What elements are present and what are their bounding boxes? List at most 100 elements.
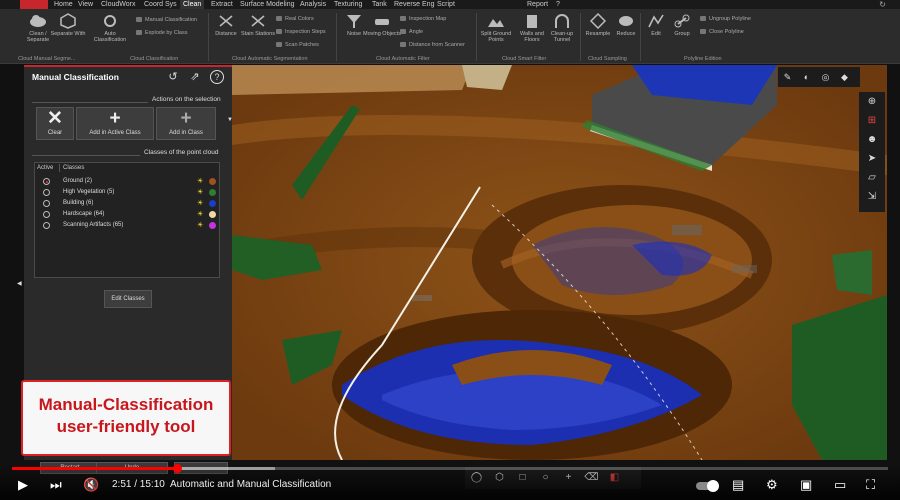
edit-classes-button[interactable]: Edit Classes bbox=[104, 290, 152, 308]
menu-cloudworx[interactable]: CloudWorx bbox=[101, 0, 136, 9]
class-color-swatch[interactable] bbox=[209, 222, 216, 229]
active-radio[interactable] bbox=[43, 211, 50, 218]
close-polyline-tool[interactable]: Close Polyline bbox=[700, 29, 744, 36]
active-radio[interactable] bbox=[43, 178, 50, 185]
miniplayer-icon[interactable]: ▣ bbox=[800, 476, 812, 494]
visibility-sun-icon[interactable]: ☀ bbox=[197, 199, 203, 207]
crosshair-icon[interactable]: ⊕ bbox=[859, 92, 885, 111]
distance-from-scanner-tool[interactable]: Distance from Scanner bbox=[400, 42, 465, 49]
menu-texturing[interactable]: Texturing bbox=[334, 0, 362, 9]
visibility-sun-icon[interactable]: ☀ bbox=[197, 177, 203, 185]
group-label-auto-segmentation: Cloud Automatic Segmentation bbox=[232, 56, 308, 62]
visibility-sun-icon[interactable]: ☀ bbox=[197, 221, 203, 229]
stain-stations-button[interactable]: Stain Stations bbox=[238, 13, 278, 37]
clean-up-tunnel-button[interactable]: Clean-up Tunnel bbox=[542, 13, 582, 43]
play-icon[interactable]: ▶ bbox=[18, 476, 28, 494]
class-color-swatch[interactable] bbox=[209, 200, 216, 207]
edit-label: Edit bbox=[651, 31, 661, 37]
class-color-swatch[interactable] bbox=[209, 211, 216, 218]
collapse-panel-icon[interactable]: ◀ bbox=[17, 280, 22, 287]
split-ground-points-button[interactable]: Split Ground Points bbox=[476, 13, 516, 43]
chapter-title[interactable]: Automatic and Manual Classification bbox=[170, 479, 331, 490]
measure-icon[interactable]: ◐ bbox=[797, 67, 816, 87]
menu-report[interactable]: Report bbox=[527, 0, 548, 9]
group-label-auto-filter: Cloud Automatic Filter bbox=[376, 56, 430, 62]
fit-view-icon[interactable]: ⊞ bbox=[859, 111, 885, 130]
moving-objects-button[interactable]: Moving Objects bbox=[362, 13, 402, 37]
manual-classification-tool[interactable]: Manual Classification bbox=[136, 17, 197, 24]
fullscreen-icon[interactable]: ⛶ bbox=[866, 476, 875, 494]
menu-help[interactable]: ? bbox=[556, 0, 560, 9]
inspection-map-tool[interactable]: Inspection Map bbox=[400, 16, 446, 23]
auto-classification-button[interactable]: Auto Classification bbox=[90, 13, 130, 43]
separate-with-button[interactable]: Separate With bbox=[48, 13, 88, 37]
menu-home[interactable]: Home bbox=[54, 0, 73, 9]
chevron-down-icon[interactable]: ▼ bbox=[227, 117, 233, 123]
group-polyline-button[interactable]: Group bbox=[662, 13, 702, 37]
filter-icon[interactable]: ◎ bbox=[816, 67, 835, 87]
eraser-icon[interactable]: ▱ bbox=[859, 168, 885, 187]
actions-section-title: Actions on the selection bbox=[152, 96, 221, 103]
section-divider bbox=[32, 155, 140, 156]
menu-script[interactable]: Script bbox=[437, 0, 455, 9]
real-colors-tool[interactable]: Real Colors bbox=[276, 16, 314, 23]
scan-patches-tool[interactable]: Scan Patches bbox=[276, 42, 319, 49]
menu-tank[interactable]: Tank bbox=[372, 0, 387, 9]
menu-bar: Home View CloudWorx Coord Sys Clean Extr… bbox=[0, 0, 900, 9]
ruler-icon[interactable]: ✎ bbox=[778, 67, 797, 87]
clear-button[interactable]: ✕ Clear bbox=[36, 107, 74, 140]
ungroup-polyline-tool[interactable]: Ungroup Polyline bbox=[700, 16, 751, 23]
add-in-active-class-label: Add in Active Class bbox=[89, 130, 141, 136]
autoplay-toggle[interactable] bbox=[696, 480, 719, 492]
clean-separate-label: Clean / Separate bbox=[26, 31, 50, 43]
menu-clean[interactable]: Clean bbox=[180, 0, 205, 9]
tag-icon[interactable]: ◆ bbox=[835, 67, 854, 87]
walls-and-floors-label: Walls and Floors bbox=[520, 31, 544, 43]
mute-icon[interactable]: 🔇 bbox=[83, 476, 99, 494]
menu-analysis[interactable]: Analysis bbox=[300, 0, 326, 9]
refresh-icon[interactable]: ↻ bbox=[879, 0, 886, 9]
class-row-hardscape[interactable]: Hardscape (64) ☀ bbox=[35, 210, 219, 220]
add-in-class-button[interactable]: + Add in Class bbox=[156, 107, 216, 140]
class-color-swatch[interactable] bbox=[209, 178, 216, 185]
active-radio[interactable] bbox=[43, 200, 50, 207]
explode-by-class-tool[interactable]: Explode by Class bbox=[136, 30, 188, 37]
file-tab[interactable] bbox=[20, 0, 48, 9]
3d-viewport[interactable] bbox=[232, 65, 887, 460]
visibility-sun-icon[interactable]: ☀ bbox=[197, 188, 203, 196]
theater-mode-icon[interactable]: ▭ bbox=[834, 476, 846, 494]
menu-reverse-eng[interactable]: Reverse Eng bbox=[394, 0, 434, 9]
select-arrow-icon[interactable]: ⇲ bbox=[859, 187, 885, 206]
scissors-icon bbox=[251, 15, 265, 27]
active-radio[interactable] bbox=[43, 189, 50, 196]
split-ground-points-label: Split Ground Points bbox=[480, 31, 512, 43]
settings-gear-icon[interactable]: ⚙ bbox=[766, 476, 778, 494]
subtitles-icon[interactable]: ▤ bbox=[732, 476, 744, 494]
group-label-manual-segmentation: Cloud Manual Segme... bbox=[18, 56, 76, 62]
export-icon[interactable]: ⇗ bbox=[188, 70, 202, 84]
help-icon[interactable]: ? bbox=[210, 70, 224, 84]
add-in-active-class-button[interactable]: + Add in Active Class bbox=[76, 107, 154, 140]
active-radio[interactable] bbox=[43, 222, 50, 229]
reset-icon[interactable]: ↺ bbox=[166, 70, 180, 84]
navigate-icon[interactable]: ➤ bbox=[859, 149, 885, 168]
class-name: Ground (2) bbox=[63, 178, 93, 184]
inspection-steps-tool[interactable]: Inspection Steps bbox=[276, 29, 326, 36]
class-row-high-vegetation[interactable]: High Vegetation (5) ☀ bbox=[35, 188, 219, 198]
class-row-scanning-artifacts[interactable]: Scanning Artifacts (65) ☀ bbox=[35, 221, 219, 231]
class-row-ground[interactable]: Ground (2) ☀ bbox=[35, 177, 219, 187]
class-row-building[interactable]: Building (6) ☀ bbox=[35, 199, 219, 209]
cube-icon bbox=[60, 13, 76, 29]
progress-bar[interactable] bbox=[12, 464, 888, 473]
angle-tool[interactable]: Angle bbox=[400, 29, 423, 36]
menu-extract[interactable]: Extract bbox=[211, 0, 233, 9]
walk-icon[interactable]: ☻ bbox=[859, 130, 885, 149]
menu-surface-modeling[interactable]: Surface Modeling bbox=[240, 0, 294, 9]
menu-coord-sys[interactable]: Coord Sys bbox=[144, 0, 177, 9]
next-icon[interactable]: ⏭ bbox=[50, 476, 62, 494]
class-color-swatch[interactable] bbox=[209, 189, 216, 196]
progress-scrubber[interactable] bbox=[172, 464, 182, 473]
visibility-sun-icon[interactable]: ☀ bbox=[197, 210, 203, 218]
group-label-classification: Cloud Classification bbox=[130, 56, 179, 62]
menu-view[interactable]: View bbox=[78, 0, 93, 9]
